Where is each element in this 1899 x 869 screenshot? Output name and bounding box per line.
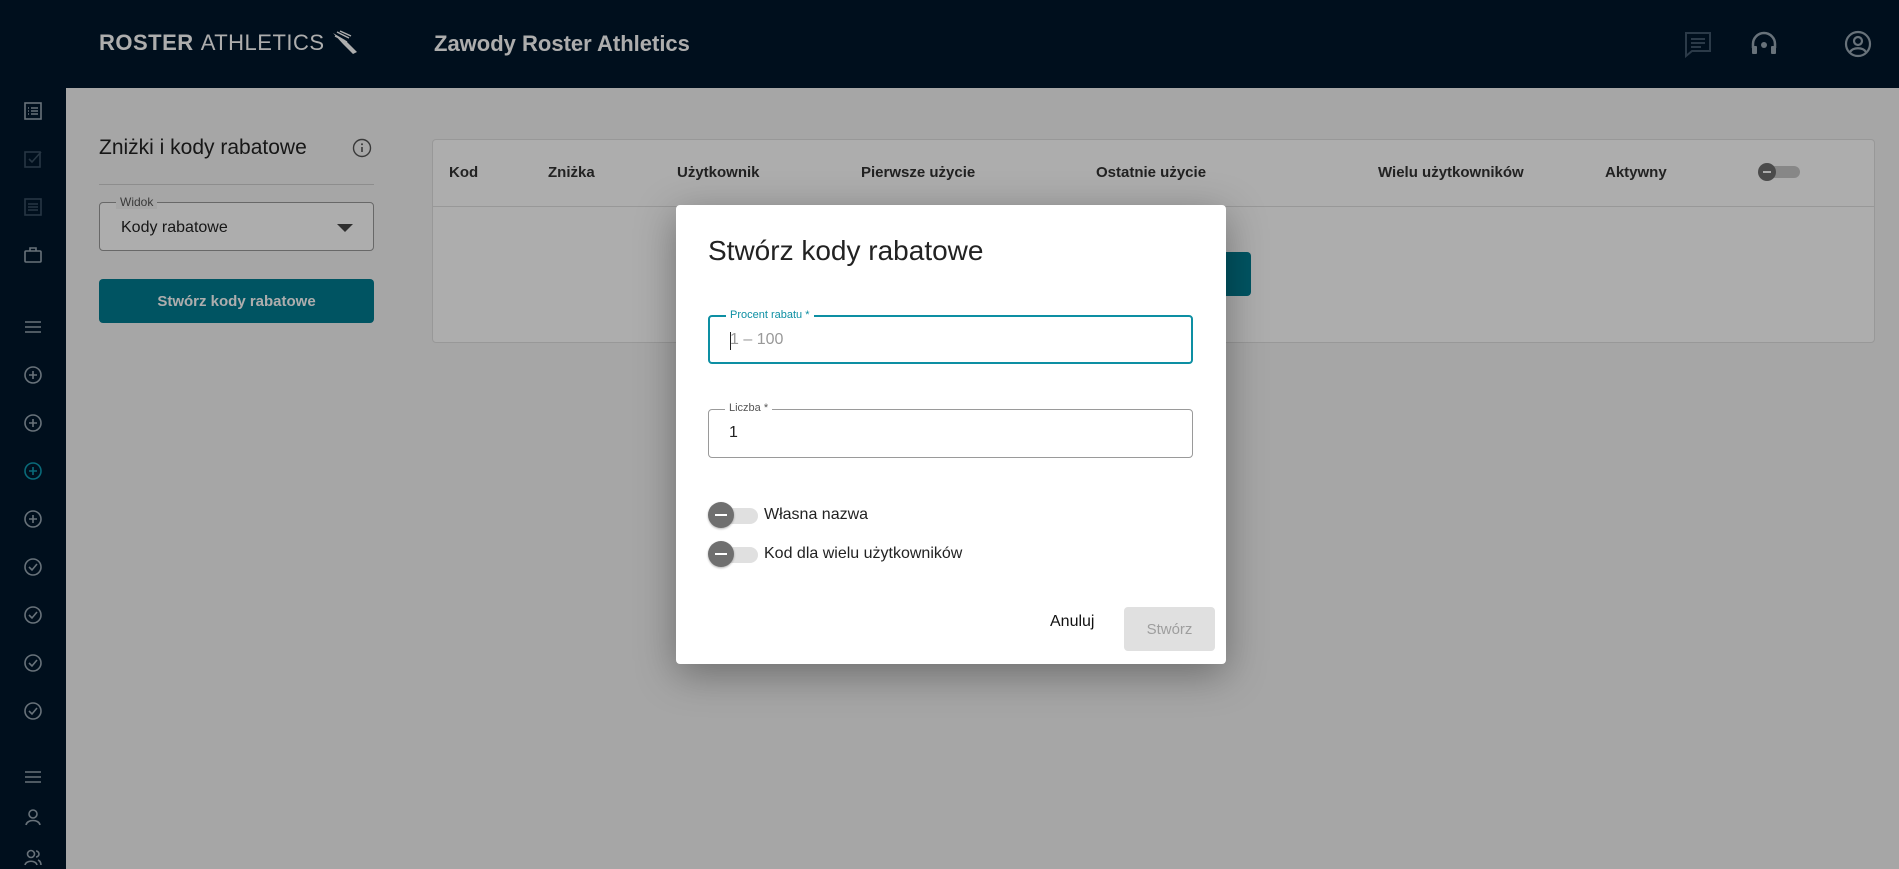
toggle-knob [708,541,734,567]
discount-percent-input[interactable] [730,331,1170,349]
cancel-button[interactable]: Anuluj [1044,607,1100,637]
toggle-knob [708,502,734,528]
discount-percent-label: Procent rabatu * [726,309,814,321]
count-input[interactable] [729,424,1169,442]
multi-user-toggle-row[interactable]: Kod dla wielu użytkowników [708,540,962,568]
multi-user-toggle[interactable] [708,540,758,568]
custom-name-label: Własna nazwa [764,506,869,523]
dialog-title: Stwórz kody rabatowe [708,235,984,266]
multi-user-label: Kod dla wielu użytkowników [764,545,963,562]
custom-name-toggle-row[interactable]: Własna nazwa [708,501,868,529]
count-field[interactable]: Liczba * [708,402,1193,458]
create-codes-dialog: Stwórz kody rabatowe Procent rabatu * Li… [676,205,1226,664]
create-button[interactable]: Stwórz [1124,607,1215,651]
discount-percent-field[interactable]: Procent rabatu * [708,309,1193,364]
count-label: Liczba * [725,402,773,414]
custom-name-toggle[interactable] [708,501,758,529]
